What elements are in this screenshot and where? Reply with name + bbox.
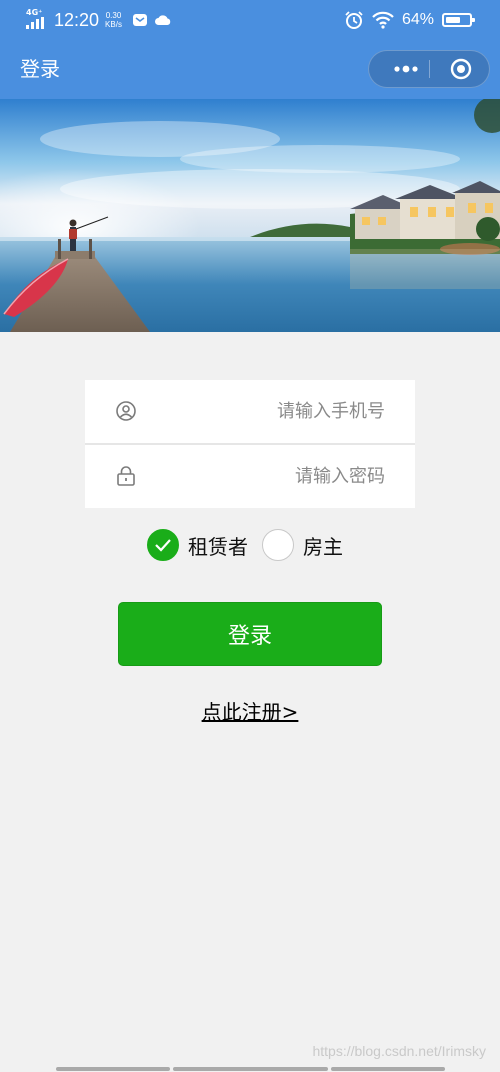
phone-input[interactable] xyxy=(155,394,385,428)
home-indicator-segment xyxy=(173,1067,328,1071)
status-bar-right: 64% xyxy=(344,8,475,32)
network-speed: 0.30 KB/s xyxy=(105,11,122,29)
wifi-icon xyxy=(372,11,394,29)
battery-level xyxy=(446,17,460,23)
nav-bar: 登录 xyxy=(0,40,500,99)
watermark: https://blog.csdn.net/Irimsky xyxy=(312,1043,486,1059)
alarm-icon xyxy=(345,11,363,29)
speed-unit: KB/s xyxy=(105,20,122,29)
status-bar: 4G⁺ 12:20 0.30 KB/s 64% xyxy=(0,0,500,40)
user-icon xyxy=(116,401,136,421)
speed-value: 0.30 xyxy=(105,11,122,20)
password-field xyxy=(85,445,415,508)
radio-unchecked-indicator xyxy=(262,529,294,561)
status-bar-left: 4G⁺ 12:20 0.30 KB/s xyxy=(26,8,172,32)
menu-capsule xyxy=(368,50,490,88)
more-icon xyxy=(394,65,418,73)
banner-image xyxy=(0,99,500,332)
cloud-icon xyxy=(154,15,171,25)
home-indicator-segment xyxy=(56,1067,170,1071)
phone-field xyxy=(85,380,415,443)
login-form xyxy=(85,380,415,508)
register-link[interactable]: 点此注册> xyxy=(0,696,500,725)
close-circle-icon xyxy=(450,58,472,80)
close-button[interactable] xyxy=(443,51,479,87)
capsule-divider xyxy=(429,60,430,78)
login-button[interactable]: 登录 xyxy=(118,602,382,666)
role-label-tenant: 租赁者 xyxy=(188,534,248,559)
lock-icon xyxy=(117,466,135,486)
lake-villa-illustration xyxy=(0,99,500,332)
signal-icon: 4G⁺ xyxy=(26,8,48,30)
password-input[interactable] xyxy=(155,459,385,493)
check-icon xyxy=(155,539,171,552)
page-title: 登录 xyxy=(20,57,60,81)
radio-checked-indicator xyxy=(147,529,179,561)
role-radio-landlord[interactable]: 房主 xyxy=(262,529,343,561)
more-button[interactable] xyxy=(383,51,429,87)
battery-icon xyxy=(442,13,475,27)
status-time: 12:20 xyxy=(54,9,100,30)
mail-icon xyxy=(132,14,147,26)
role-label-landlord: 房主 xyxy=(303,534,343,559)
battery-percent: 64% xyxy=(401,11,434,28)
role-radio-tenant[interactable]: 租赁者 xyxy=(147,529,248,561)
role-radio-group: 租赁者 房主 xyxy=(147,527,343,563)
home-indicator-segment xyxy=(331,1067,445,1071)
